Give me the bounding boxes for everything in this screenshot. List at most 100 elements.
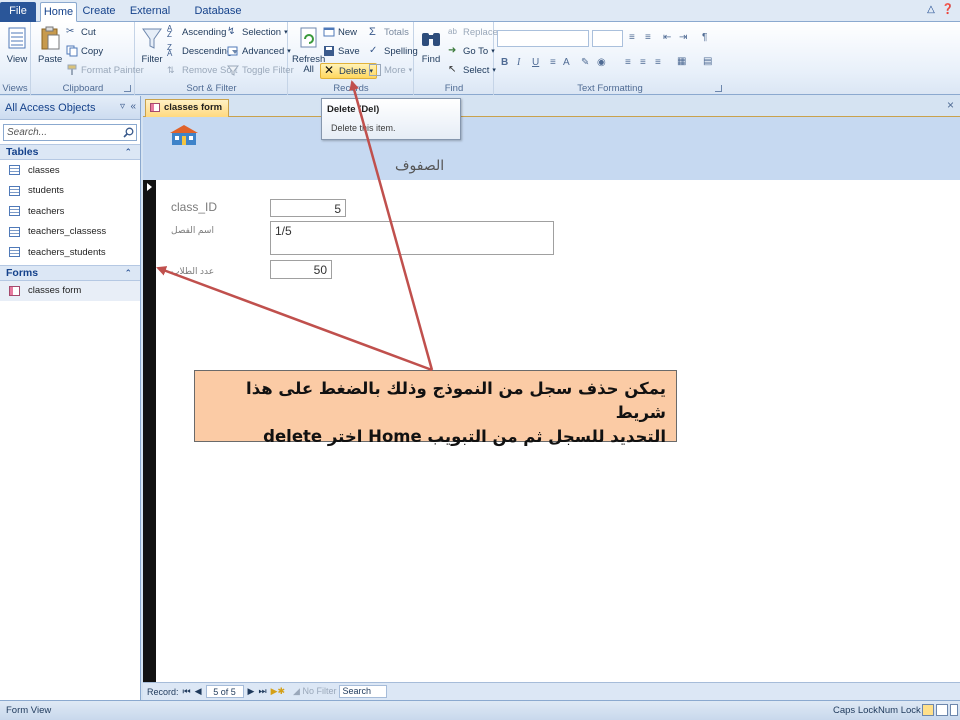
close-document-icon[interactable]: × xyxy=(947,98,954,112)
minimize-ribbon-icon[interactable]: △ xyxy=(927,4,935,15)
goto-button[interactable]: ➜ Go To ▾ xyxy=(448,45,495,57)
no-filter-indicator[interactable]: ◢ No Filter xyxy=(293,686,336,697)
totals-label: Totals xyxy=(384,26,409,38)
tab-file[interactable]: File xyxy=(0,2,36,22)
replace-button[interactable]: ab Replace xyxy=(448,26,498,38)
nav-item-students[interactable]: students xyxy=(0,181,140,202)
tab-create[interactable]: Create xyxy=(80,2,118,22)
underline-icon[interactable]: U xyxy=(532,57,539,68)
tab-database-tools[interactable]: Database Tools xyxy=(184,2,252,36)
clipboard-group-label: Clipboard xyxy=(62,83,104,94)
fill-color-icon[interactable]: ◉ xyxy=(597,57,606,68)
bold-icon[interactable]: B xyxy=(501,57,508,68)
selection-label: Selection xyxy=(242,26,282,38)
next-record-icon[interactable]: ▶ xyxy=(248,686,255,697)
collapse-chevron-icon[interactable]: ⌃ xyxy=(124,266,132,280)
nav-item-label: teachers xyxy=(28,205,65,217)
copy-icon xyxy=(66,45,78,57)
descending-button[interactable]: ZA Descending xyxy=(167,44,232,58)
class-name-label: اسم الفصل xyxy=(171,225,214,235)
spelling-button[interactable]: ✓ Spelling xyxy=(369,45,418,57)
nav-item-classes[interactable]: classes xyxy=(0,160,140,181)
record-position-field[interactable]: 5 of 5 xyxy=(205,685,244,698)
align-right-icon[interactable]: ≡ xyxy=(655,57,661,68)
shutter-bar-close-icon[interactable]: « xyxy=(130,101,136,112)
document-tab-classes-form[interactable]: classes form xyxy=(145,99,230,117)
gridlines-icon[interactable]: ▦ xyxy=(677,56,686,67)
cut-button[interactable]: ✂ Cut xyxy=(66,26,96,38)
outdent-icon[interactable]: ⇥ xyxy=(679,32,687,43)
paragraph-direction-icon[interactable]: ¶ xyxy=(702,32,707,43)
previous-record-icon[interactable]: ◀ xyxy=(195,686,202,697)
nav-item-teachers[interactable]: teachers xyxy=(0,201,140,222)
italic-icon[interactable]: I xyxy=(517,57,520,68)
alternate-row-color-icon[interactable]: ▤ xyxy=(703,56,712,67)
replace-label: Replace xyxy=(463,26,498,38)
font-size-dropdown[interactable] xyxy=(592,30,623,47)
format-painter-button[interactable]: Format Painter xyxy=(66,64,144,76)
goto-label: Go To xyxy=(463,45,489,57)
text-formatting-launcher-icon[interactable] xyxy=(715,85,722,92)
advanced-button[interactable]: Advanced ▾ xyxy=(227,45,291,57)
record-label: Record: xyxy=(147,686,179,697)
align-left-icon[interactable]: ≡ xyxy=(550,57,556,68)
record-selector-bar[interactable] xyxy=(143,180,156,682)
tables-section-header[interactable]: Tables ⌃ xyxy=(0,144,140,160)
save-record-button[interactable]: Save xyxy=(323,45,360,57)
clipboard-launcher-icon[interactable] xyxy=(124,85,131,92)
highlight-color-icon[interactable]: ✎ xyxy=(581,57,589,68)
view-button[interactable]: View xyxy=(6,26,28,65)
nav-pane-header[interactable]: All Access Objects ▿ « xyxy=(0,96,140,120)
indent-icon[interactable]: ⇤ xyxy=(663,32,671,43)
toggle-filter-button[interactable]: Toggle Filter xyxy=(227,64,294,76)
more-button[interactable]: More ▾ xyxy=(369,64,412,76)
nav-item-teachers-students[interactable]: teachers_students xyxy=(0,242,140,263)
new-blank-record-icon[interactable]: ▶✱ xyxy=(271,686,285,697)
class-id-field[interactable]: 5 xyxy=(270,199,346,217)
find-button[interactable]: Find xyxy=(420,26,442,65)
help-icon[interactable]: ❓ xyxy=(942,4,954,15)
forms-section-label: Forms xyxy=(6,266,39,279)
form-view-button-icon[interactable] xyxy=(922,704,934,716)
design-view-button-icon[interactable] xyxy=(950,704,958,716)
toggle-filter-icon xyxy=(227,65,239,76)
class-name-field[interactable]: 1/5 xyxy=(270,221,554,255)
filter-label: Filter xyxy=(141,54,163,65)
nav-search-input[interactable]: Search... xyxy=(3,124,137,141)
font-name-dropdown[interactable] xyxy=(497,30,589,47)
align-left-text-icon[interactable]: ≡ xyxy=(625,57,631,68)
group-text-formatting: ≡ ≡ ⇤ ⇥ ¶ B I U ≡ A ✎ ◉ ≡ ≡ ≡ ▦ ▤ Text F… xyxy=(495,22,725,95)
ascending-button[interactable]: AZ Ascending xyxy=(167,25,226,39)
num-lock-indicator: Num Lock xyxy=(878,705,921,716)
numbering-icon[interactable]: ≡ xyxy=(645,32,651,43)
nav-item-teachers-classess[interactable]: teachers_classess xyxy=(0,222,140,243)
search-icon[interactable] xyxy=(123,127,134,138)
select-button[interactable]: ↖ Select ▾ xyxy=(448,64,496,76)
first-record-icon[interactable]: ⏮ xyxy=(183,686,191,697)
refresh-icon xyxy=(300,27,317,48)
table-icon xyxy=(9,185,20,196)
record-search-input[interactable]: Search xyxy=(338,685,387,698)
callout-line-2: التحديد للسجل ثم من التبويب Home اختر de… xyxy=(263,427,666,446)
filter-button[interactable]: Filter xyxy=(141,26,163,65)
selection-button[interactable]: ↯ Selection ▾ xyxy=(227,26,288,38)
collapse-chevron-icon[interactable]: ⌃ xyxy=(124,145,132,159)
align-center-icon[interactable]: ≡ xyxy=(640,57,646,68)
tab-external-data[interactable]: External Data xyxy=(122,2,178,36)
totals-button[interactable]: Σ Totals xyxy=(369,26,409,38)
tab-home[interactable]: Home xyxy=(40,2,77,22)
replace-icon: ab xyxy=(448,27,457,36)
refresh-sub-label: All xyxy=(303,64,314,75)
forms-section-header[interactable]: Forms ⌃ xyxy=(0,264,140,281)
last-record-icon[interactable]: ⏭ xyxy=(258,686,266,697)
layout-view-button-icon[interactable] xyxy=(936,704,948,716)
bullets-icon[interactable]: ≡ xyxy=(629,32,635,43)
spelling-check-icon: ✓ xyxy=(369,45,378,56)
paste-button[interactable]: Paste xyxy=(38,26,62,65)
new-record-button[interactable]: New xyxy=(323,26,357,38)
copy-button[interactable]: Copy xyxy=(66,45,103,57)
nav-menu-chevron-icon[interactable]: ▿ xyxy=(120,101,125,112)
font-color-icon[interactable]: A xyxy=(563,57,570,68)
student-count-field[interactable]: 50 xyxy=(270,260,332,279)
nav-item-classes-form[interactable]: classes form xyxy=(0,280,140,301)
